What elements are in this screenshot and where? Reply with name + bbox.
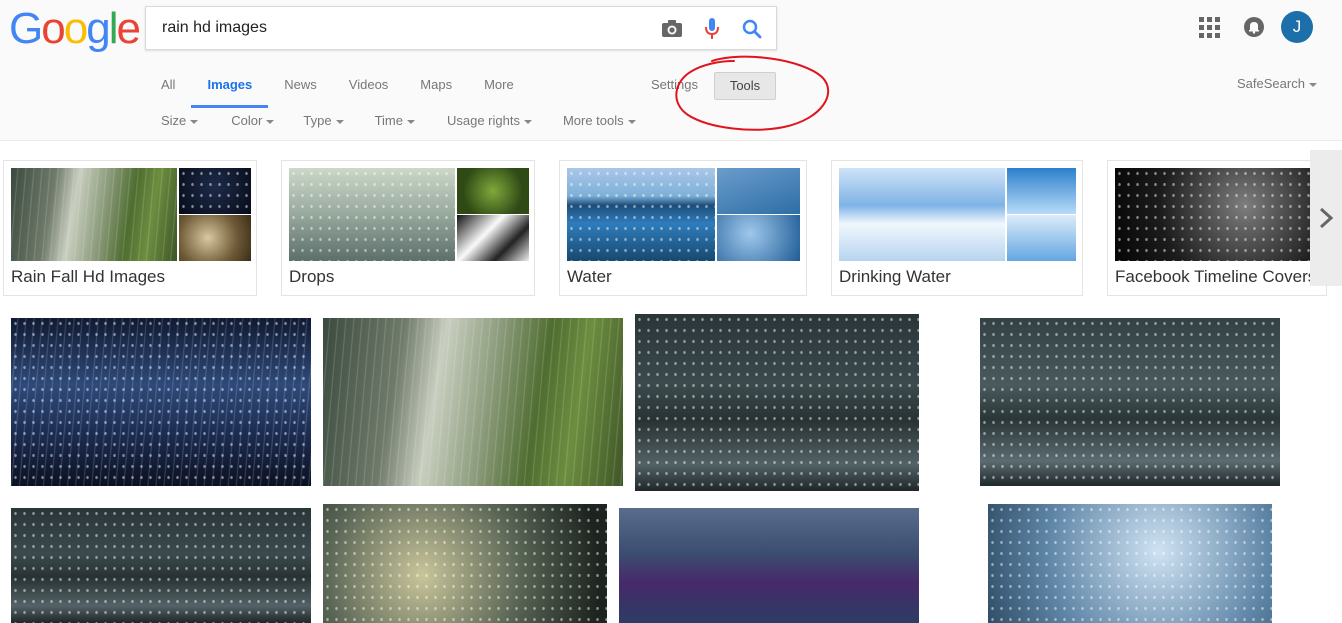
card-label: Rain Fall Hd Images bbox=[11, 267, 166, 286]
filter-label: Usage rights bbox=[446, 113, 520, 128]
logo-letter: G bbox=[9, 4, 43, 53]
related-searches: Rain Fall Hd Images Drops Water Drinking… bbox=[0, 160, 1342, 296]
related-card-water[interactable]: Water bbox=[559, 160, 807, 296]
card-label: Drops bbox=[289, 267, 335, 286]
chevron-down-icon bbox=[523, 119, 532, 124]
tab-news[interactable]: News bbox=[268, 72, 333, 108]
tab-maps[interactable]: Maps bbox=[404, 72, 468, 108]
search-input[interactable]: rain hd images bbox=[162, 19, 267, 37]
chevron-down-icon bbox=[406, 119, 415, 124]
tab-all[interactable]: All bbox=[145, 72, 191, 108]
image-result[interactable] bbox=[980, 318, 1280, 486]
filter-label: Type bbox=[303, 113, 332, 128]
card-label: Facebook Timeline Covers bbox=[1115, 267, 1317, 286]
safesearch-label: SafeSearch bbox=[1237, 76, 1305, 91]
chevron-down-icon bbox=[190, 119, 199, 124]
microphone-icon[interactable] bbox=[698, 15, 726, 43]
safesearch-dropdown[interactable]: SafeSearch bbox=[1237, 76, 1317, 91]
card-image bbox=[1007, 215, 1076, 261]
filter-usage-rights[interactable]: Usage rights bbox=[447, 113, 532, 128]
card-image bbox=[717, 215, 800, 261]
apps-grid-icon[interactable] bbox=[1197, 15, 1221, 39]
card-label: Drinking Water bbox=[839, 267, 951, 286]
filter-time[interactable]: Time bbox=[375, 113, 415, 128]
search-icon[interactable] bbox=[738, 15, 766, 43]
search-tools-filters: Size Color Type Time Usage rights More t… bbox=[161, 113, 668, 128]
logo-letter: l bbox=[108, 4, 119, 53]
chevron-right-icon[interactable] bbox=[1310, 150, 1342, 286]
image-result[interactable] bbox=[619, 508, 919, 623]
filter-label: Color bbox=[231, 113, 263, 128]
image-result[interactable] bbox=[323, 318, 623, 486]
related-card-drops[interactable]: Drops bbox=[281, 160, 535, 296]
logo-letter: e bbox=[116, 4, 141, 53]
filter-size[interactable]: Size bbox=[161, 113, 199, 128]
image-result[interactable] bbox=[635, 314, 919, 491]
camera-icon[interactable] bbox=[658, 15, 686, 43]
card-image bbox=[1007, 168, 1076, 214]
card-label: Water bbox=[567, 267, 612, 286]
card-image bbox=[839, 168, 1005, 261]
chevron-down-icon bbox=[335, 119, 344, 124]
image-result[interactable] bbox=[323, 504, 607, 623]
tools-button[interactable]: Tools bbox=[714, 72, 776, 100]
chevron-down-icon bbox=[266, 119, 275, 124]
related-card-facebook-timeline-covers[interactable]: Facebook Timeline Covers bbox=[1107, 160, 1327, 296]
card-image bbox=[179, 168, 251, 214]
related-card-rain-fall[interactable]: Rain Fall Hd Images bbox=[3, 160, 257, 296]
card-image bbox=[179, 215, 251, 261]
filter-label: Time bbox=[374, 113, 403, 128]
chevron-down-icon bbox=[627, 119, 636, 124]
filter-label: Size bbox=[161, 113, 187, 128]
card-image bbox=[717, 168, 800, 214]
filter-color[interactable]: Color bbox=[231, 113, 275, 128]
search-box[interactable]: rain hd images bbox=[145, 6, 777, 50]
tab-images[interactable]: Images bbox=[191, 72, 269, 108]
search-tabs: All Images News Videos Maps More bbox=[145, 72, 530, 108]
chevron-down-icon bbox=[1308, 82, 1317, 87]
card-image bbox=[1115, 168, 1315, 261]
card-image bbox=[289, 168, 455, 261]
card-image bbox=[567, 168, 715, 261]
filter-label: More tools bbox=[562, 113, 624, 128]
filter-more-tools[interactable]: More tools bbox=[563, 113, 636, 128]
logo-letter: o bbox=[63, 4, 89, 53]
card-image bbox=[457, 168, 529, 214]
settings-link[interactable]: Settings bbox=[651, 77, 698, 92]
image-result[interactable] bbox=[988, 504, 1272, 623]
tab-videos[interactable]: Videos bbox=[333, 72, 405, 108]
logo-letter: g bbox=[86, 4, 111, 53]
google-logo[interactable]: Google bbox=[9, 4, 141, 54]
related-card-drinking-water[interactable]: Drinking Water bbox=[831, 160, 1083, 296]
image-result[interactable] bbox=[11, 318, 311, 486]
tab-more[interactable]: More bbox=[468, 72, 530, 108]
logo-letter: o bbox=[41, 4, 66, 53]
account-avatar[interactable]: J bbox=[1281, 11, 1313, 43]
header-bar: Google rain hd images J All Images News … bbox=[0, 0, 1342, 141]
card-image bbox=[11, 168, 177, 261]
image-result[interactable] bbox=[11, 508, 311, 623]
notifications-bell-icon[interactable] bbox=[1243, 16, 1265, 38]
filter-type[interactable]: Type bbox=[303, 113, 344, 128]
card-image bbox=[457, 215, 529, 261]
